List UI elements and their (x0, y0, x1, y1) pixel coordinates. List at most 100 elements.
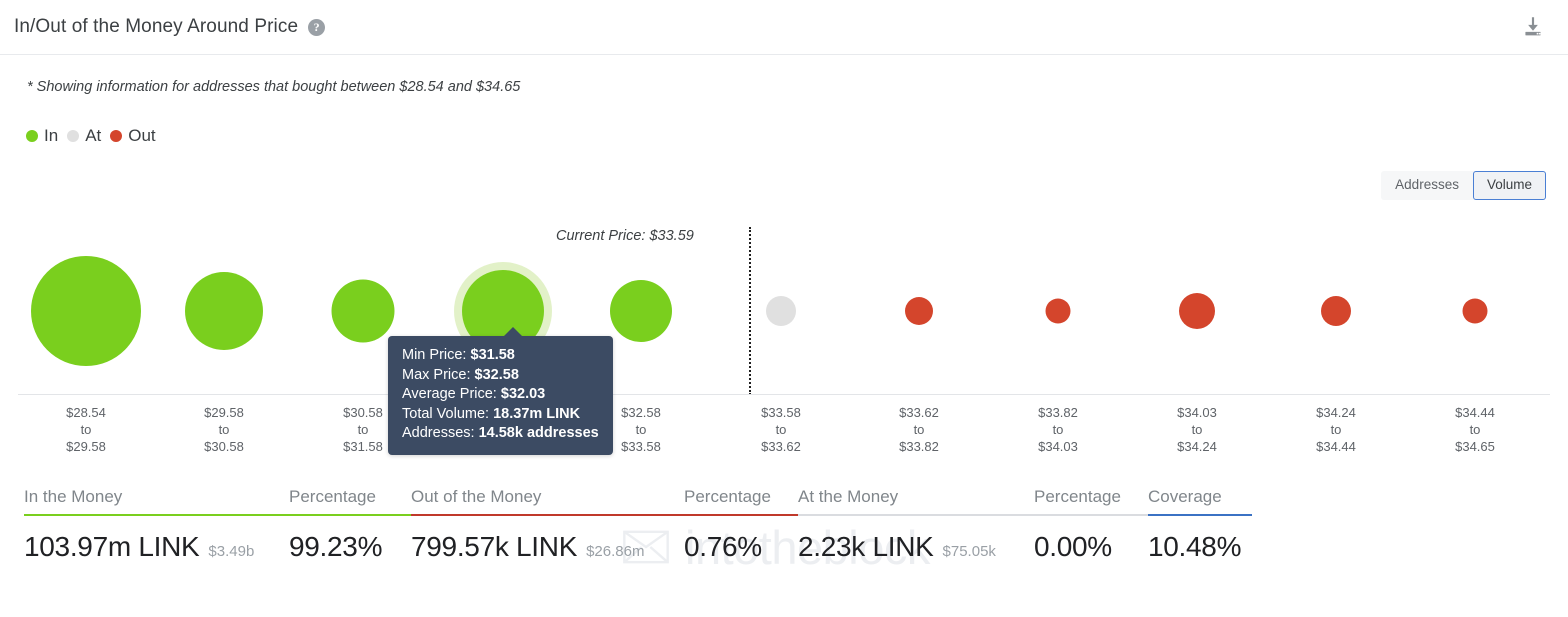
x-axis-tick: $34.03 to $34.24 (1177, 404, 1217, 455)
tick-min: $29.58 (204, 405, 244, 420)
tooltip-value-min-price: $31.58 (470, 347, 515, 363)
stat-label: Coverage (1148, 487, 1222, 506)
bubble-out-8[interactable] (1179, 293, 1215, 329)
tick-max: $34.44 (1316, 439, 1356, 454)
legend-item-in[interactable]: In (26, 126, 58, 146)
bubble-in-2[interactable] (331, 279, 395, 343)
x-axis-tick: $34.44 to $34.65 (1455, 404, 1495, 455)
question-mark-icon[interactable]: ? (308, 18, 326, 36)
stat-label: At the Money (798, 487, 899, 506)
stat-main-value: 2.23k LINK (798, 531, 934, 562)
stat-main-value: 0.00% (1034, 531, 1112, 562)
stat-card: In the Money 103.97m LINK $3.49b (24, 487, 289, 563)
stat-main-value: 0.76% (684, 531, 762, 562)
stat-main-value: 103.97m LINK (24, 531, 200, 562)
tick-min: $33.62 (899, 405, 939, 420)
stat-values: 2.23k LINK $75.05k (798, 516, 1034, 563)
tick-max: $34.65 (1455, 439, 1495, 454)
stat-card: At the Money 2.23k LINK $75.05k (798, 487, 1034, 563)
legend-label-at: At (85, 126, 102, 145)
download-icon[interactable] (1520, 14, 1546, 40)
stat-values: 10.48% (1148, 516, 1252, 563)
tick-min: $34.24 (1316, 405, 1356, 420)
stat-label: Percentage (684, 487, 771, 506)
tick-min: $33.82 (1038, 405, 1078, 420)
tooltip-value-addresses: 14.58k addresses (478, 425, 599, 441)
stat-label: Out of the Money (411, 487, 542, 506)
stat-sub-value: $75.05k (942, 543, 996, 560)
stat-main-value: 10.48% (1148, 531, 1242, 562)
tick-to: to (1330, 422, 1342, 437)
in-out-money-panel: In/Out of the Money Around Price ? * Sho… (0, 0, 1568, 617)
stat-card: Percentage 0.00% (1034, 487, 1148, 563)
tick-max: $33.62 (761, 439, 801, 454)
tick-to: to (635, 422, 647, 437)
tick-max: $33.82 (899, 439, 939, 454)
stat-label: In the Money (24, 487, 123, 506)
tooltip-row-min-price: Min Price: $31.58 (402, 346, 599, 366)
tooltip-row-addresses: Addresses: 14.58k addresses (402, 424, 599, 444)
tooltip-label-average-price: Average Price: (402, 386, 497, 402)
stat-card: Out of the Money 799.57k LINK $26.86m (411, 487, 684, 563)
tick-min: $33.58 (761, 405, 801, 420)
x-axis-tick: $33.62 to $33.82 (899, 404, 939, 455)
bubble-in-0[interactable] (31, 256, 141, 366)
tick-min: $34.44 (1455, 405, 1495, 420)
legend-item-at[interactable]: At (67, 126, 101, 146)
bubble-tooltip: Min Price: $31.58 Max Price: $32.58 Aver… (388, 327, 613, 455)
tick-to: to (1191, 422, 1203, 437)
tick-max: $29.58 (66, 439, 106, 454)
bubble-in-1[interactable] (185, 272, 263, 350)
legend-label-in: In (44, 126, 59, 145)
tick-to: to (218, 422, 230, 437)
legend-label-out: Out (128, 126, 156, 145)
tick-max: $34.24 (1177, 439, 1217, 454)
stat-sub-value: $26.86m (586, 543, 645, 560)
toggle-volume-button[interactable]: Volume (1472, 171, 1546, 200)
x-axis-tick: $28.54 to $29.58 (66, 404, 106, 455)
tooltip-label-total-volume: Total Volume: (402, 405, 490, 422)
stat-main-value: 799.57k LINK (411, 531, 578, 562)
bubble-out-10[interactable] (1462, 298, 1488, 324)
stat-values: 0.00% (1034, 516, 1148, 563)
panel-header: In/Out of the Money Around Price ? (0, 0, 1568, 55)
x-axis-tick: $33.82 to $34.03 (1038, 404, 1078, 455)
bubble-out-9[interactable] (1321, 296, 1351, 326)
tooltip-row-average-price: Average Price: $32.03 (402, 385, 599, 405)
chart-subtitle: * Showing information for addresses that… (27, 79, 521, 95)
tick-max: $34.03 (1038, 439, 1078, 454)
tick-min: $34.03 (1177, 405, 1217, 420)
legend-item-out[interactable]: Out (110, 126, 156, 146)
tick-max: $33.58 (621, 439, 661, 454)
bubble-out-7[interactable] (1045, 298, 1071, 324)
tick-max: $30.58 (204, 439, 244, 454)
x-axis: $28.54 to $29.58 $29.58 to $30.58 $30.58 to $31.… (0, 396, 1568, 466)
tooltip-row-max-price: Max Price: $32.58 (402, 366, 599, 386)
stat-values: 799.57k LINK $26.86m (411, 516, 684, 563)
x-axis-tick: $30.58 to $31.58 (343, 404, 383, 455)
x-axis-tick: $29.58 to $30.58 (204, 404, 244, 455)
tick-to: to (357, 422, 369, 437)
bubble-chart: intotheblock Current Price: $33.59 (0, 205, 1568, 571)
toggle-addresses-button[interactable]: Addresses (1381, 171, 1473, 200)
stat-card: Percentage 99.23% (289, 487, 411, 563)
tooltip-label-addresses: Addresses: (402, 425, 475, 441)
stat-values: 103.97m LINK $3.49b (24, 516, 289, 563)
tick-to: to (1469, 422, 1481, 437)
legend-dot-out-icon (110, 130, 123, 142)
x-axis-tick: $32.58 to $33.58 (621, 404, 661, 455)
tick-min: $28.54 (66, 405, 106, 420)
tick-to: to (775, 422, 787, 437)
tooltip-label-max-price: Max Price: (402, 366, 471, 383)
stat-label: Percentage (289, 487, 376, 506)
stat-main-value: 99.23% (289, 531, 383, 562)
bubble-at-5[interactable] (766, 296, 796, 326)
stat-sub-value: $3.49b (208, 543, 255, 560)
stat-values: 0.76% (684, 516, 798, 563)
bubble-out-6[interactable] (905, 297, 933, 325)
tick-to: to (1052, 422, 1064, 437)
tooltip-value-total-volume: 18.37m LINK (493, 405, 581, 422)
tooltip-arrow-icon (503, 327, 523, 337)
bubble-in-4[interactable] (610, 280, 672, 342)
tooltip-row-total-volume: Total Volume: 18.37m LINK (402, 405, 599, 425)
